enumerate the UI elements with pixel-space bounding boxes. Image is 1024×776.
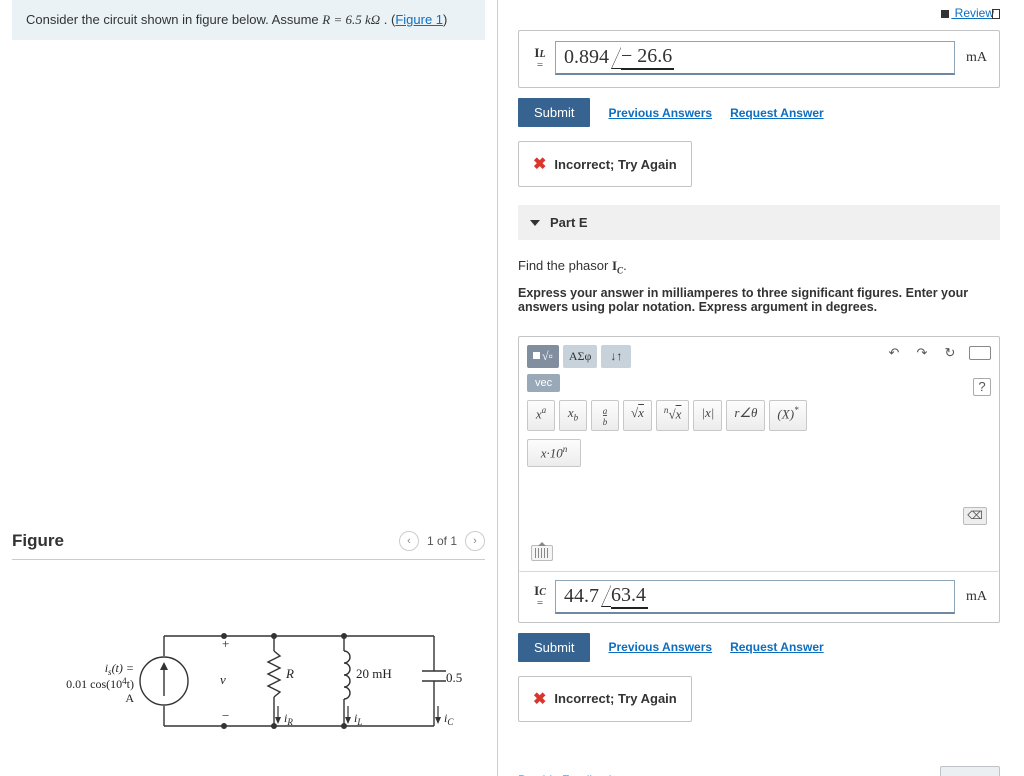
part-d-magnitude: 0.894 bbox=[564, 46, 609, 69]
toolbar-vec-button[interactable]: vec bbox=[527, 374, 560, 392]
label-v: v bbox=[220, 672, 226, 687]
mathbtn-conj[interactable]: (X)* bbox=[769, 400, 806, 432]
toolbar-arrows-button[interactable]: ↓↑ bbox=[601, 345, 631, 368]
label-source-top: is(t) = bbox=[104, 661, 133, 677]
problem-statement: Consider the circuit shown in figure bel… bbox=[12, 0, 485, 40]
circuit-diagram: + v − R 20 mH 0.5 μF iR iL iC is(t) = bbox=[12, 606, 485, 756]
part-e-header[interactable]: Part E bbox=[518, 205, 1000, 240]
mathbtn-polar[interactable]: r∠θ bbox=[726, 400, 765, 432]
label-L: 20 mH bbox=[356, 666, 392, 681]
review-link[interactable]: Review bbox=[941, 6, 1000, 20]
problem-text-2: . ( bbox=[384, 12, 396, 27]
part-d-feedback: ✖ Incorrect; Try Again bbox=[518, 141, 692, 187]
toolbar-greek-button[interactable]: ΑΣφ bbox=[563, 345, 598, 368]
part-e-magnitude: 44.7 bbox=[564, 585, 599, 608]
part-e-feedback: ✖ Incorrect; Try Again bbox=[518, 676, 692, 722]
label-source-unit: A bbox=[125, 691, 134, 705]
next-button[interactable]: Next› bbox=[940, 766, 1000, 776]
part-e-request-answer-link[interactable]: Request Answer bbox=[730, 640, 824, 654]
toolbar-templates-button[interactable]: √▫ bbox=[527, 345, 559, 368]
part-e-variable: IC= bbox=[531, 584, 549, 609]
part-e-unit: mA bbox=[961, 589, 987, 605]
label-iC: iC bbox=[444, 711, 454, 727]
chevron-right-icon: › bbox=[983, 773, 987, 776]
angle-separator-icon bbox=[611, 47, 621, 69]
part-d-unit: mA bbox=[961, 50, 987, 66]
part-e-angle: 63.4 bbox=[611, 584, 648, 609]
label-iR: iR bbox=[284, 711, 293, 727]
part-e-answer-field[interactable]: 44.7 63.4 bbox=[555, 580, 955, 614]
mathbtn-sci[interactable]: x·10n bbox=[527, 439, 581, 466]
mathbtn-frac[interactable]: ab bbox=[591, 400, 619, 432]
equation-editor-body[interactable]: ⌫ bbox=[527, 477, 991, 563]
figure-pager: 1 of 1 bbox=[427, 534, 457, 548]
label-plus: + bbox=[222, 636, 229, 651]
keyboard-toggle-icon[interactable] bbox=[531, 545, 553, 561]
clear-icon[interactable]: ⌫ bbox=[963, 507, 987, 525]
toolbar-help-button[interactable]: ? bbox=[973, 378, 991, 396]
part-d-answer-field[interactable]: 0.894 − 26.6 bbox=[555, 41, 955, 75]
label-minus: − bbox=[222, 708, 229, 723]
caret-down-icon bbox=[530, 220, 540, 226]
part-e-feedback-text: Incorrect; Try Again bbox=[554, 691, 676, 706]
part-d-previous-answers-link[interactable]: Previous Answers bbox=[608, 106, 712, 120]
part-e-title: Part E bbox=[550, 215, 588, 230]
figure-link[interactable]: Figure 1 bbox=[395, 12, 443, 27]
angle-separator-icon bbox=[601, 585, 611, 607]
label-C: 0.5 μF bbox=[446, 670, 464, 685]
figure-title: Figure bbox=[12, 531, 64, 551]
part-d-variable: IL= bbox=[531, 46, 549, 71]
next-label: Next bbox=[953, 773, 980, 776]
part-e-previous-answers-link[interactable]: Previous Answers bbox=[608, 640, 712, 654]
incorrect-icon: ✖ bbox=[533, 154, 546, 174]
part-d-angle: − 26.6 bbox=[621, 45, 674, 70]
part-e-submit-button[interactable]: Submit bbox=[518, 633, 590, 662]
label-iL: iL bbox=[354, 711, 362, 727]
part-d-submit-button[interactable]: Submit bbox=[518, 98, 590, 127]
keyboard-icon[interactable] bbox=[969, 346, 991, 360]
mathbtn-abs[interactable]: |x| bbox=[693, 400, 722, 432]
mathbtn-nroot[interactable]: n√x bbox=[656, 400, 689, 432]
mathbtn-sqrt[interactable]: √x bbox=[623, 400, 652, 432]
incorrect-icon: ✖ bbox=[533, 689, 546, 709]
part-d-feedback-text: Incorrect; Try Again bbox=[554, 157, 676, 172]
figure-prev-button[interactable]: ‹ bbox=[399, 531, 419, 551]
prompt-after: . bbox=[623, 258, 627, 273]
part-e-instructions: Express your answer in milliamperes to t… bbox=[518, 286, 1000, 314]
redo-icon[interactable]: ↷ bbox=[913, 345, 931, 361]
problem-text-1: Consider the circuit shown in figure bel… bbox=[26, 12, 322, 27]
mathbtn-xb[interactable]: xb bbox=[559, 400, 587, 432]
reset-icon[interactable]: ↻ bbox=[941, 345, 959, 361]
label-R: R bbox=[285, 666, 294, 681]
undo-icon[interactable]: ↶ bbox=[885, 345, 903, 361]
prompt-before: Find the phasor bbox=[518, 258, 612, 273]
problem-r-expr: R = 6.5 kΩ bbox=[322, 12, 380, 27]
part-d-answer-box: IL= 0.894 − 26.6 mA bbox=[518, 30, 1000, 88]
part-e-prompt: Find the phasor IC. bbox=[518, 258, 1000, 276]
problem-text-3: ) bbox=[443, 12, 447, 27]
mathbtn-xa[interactable]: xa bbox=[527, 400, 555, 432]
label-source-bot: 0.01 cos(104t) bbox=[66, 676, 134, 691]
part-d-request-answer-link[interactable]: Request Answer bbox=[730, 106, 824, 120]
figure-next-button[interactable]: › bbox=[465, 531, 485, 551]
